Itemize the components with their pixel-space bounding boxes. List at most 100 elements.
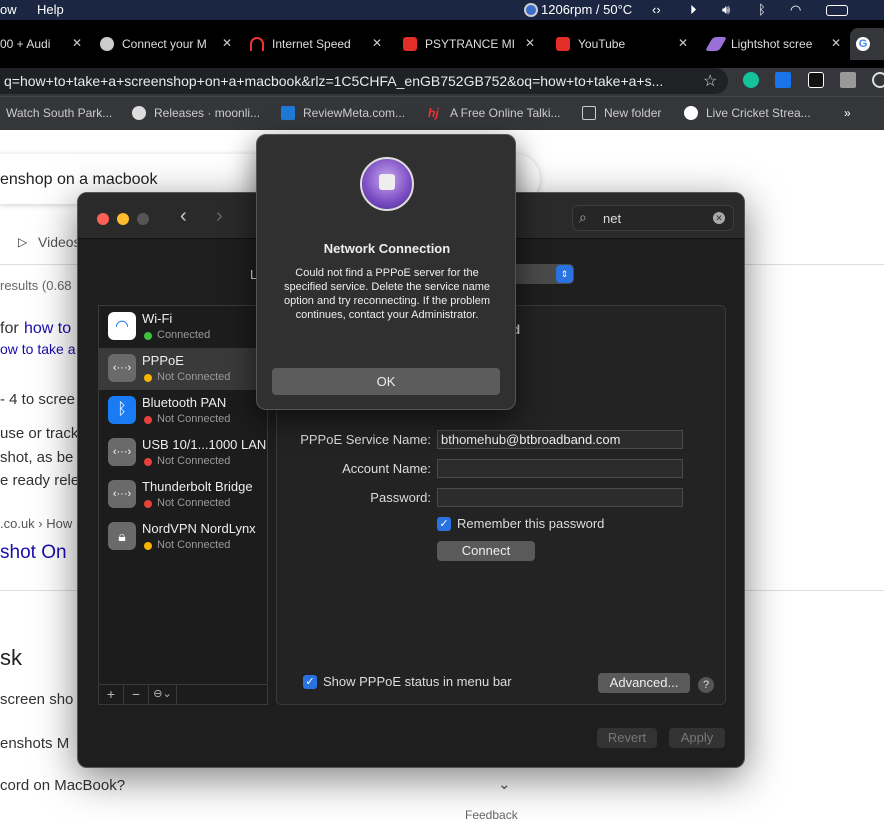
bookmark[interactable]: Watch South Park... bbox=[6, 106, 112, 120]
remember-password-checkbox[interactable]: ✓ bbox=[437, 517, 451, 531]
service-nordvpn[interactable]: 🔒︎ NordVPN NordLynx Not Connected bbox=[99, 516, 267, 558]
service-usb-lan[interactable]: ‹···› USB 10/1...1000 LAN Not Connected bbox=[99, 432, 267, 474]
profile-icon[interactable] bbox=[872, 72, 884, 88]
list-toolbar: + − ⊖⌄ bbox=[99, 684, 267, 704]
alert-message: Could not find a PPPoE server for the sp… bbox=[283, 267, 491, 321]
apple-icon bbox=[100, 37, 114, 51]
tab[interactable]: Connect your M ✕ bbox=[94, 28, 238, 60]
tab[interactable]: Lightshot scree ✕ bbox=[703, 28, 847, 60]
tab[interactable]: PSYTRANCE MI ✕ bbox=[397, 28, 541, 60]
action-menu-button[interactable]: ⊖⌄ bbox=[149, 685, 177, 704]
question-item[interactable]: cord on MacBook? bbox=[0, 777, 125, 794]
tab-active[interactable]: G bbox=[850, 28, 884, 60]
service-wifi[interactable]: ◠ Wi-Fi Connected bbox=[99, 306, 267, 348]
remove-service-button[interactable]: − bbox=[124, 685, 149, 704]
result-title[interactable]: shot On bbox=[0, 542, 67, 564]
tab[interactable]: Internet Speed ✕ bbox=[244, 28, 388, 60]
tab[interactable]: YouTube ✕ bbox=[550, 28, 694, 60]
service-name-field[interactable]: bthomehub@btbroadband.com bbox=[437, 430, 683, 449]
show-status-checkbox[interactable]: ✓ bbox=[303, 675, 317, 689]
password-field[interactable] bbox=[437, 488, 683, 507]
bookmark[interactable]: hj A Free Online Talki... bbox=[428, 106, 561, 120]
network-globe-icon bbox=[360, 157, 414, 211]
ethernet-icon: ‹···› bbox=[108, 438, 136, 466]
close-icon[interactable]: ✕ bbox=[72, 36, 82, 50]
advanced-button[interactable]: Advanced... bbox=[598, 673, 690, 693]
bluetooth-icon[interactable]: ᛒ bbox=[758, 2, 766, 17]
bookmark[interactable]: New folder bbox=[582, 106, 661, 120]
feedback-link[interactable]: Feedback bbox=[465, 808, 518, 822]
service-thunderbolt-bridge[interactable]: ‹···› Thunderbolt Bridge Not Connected bbox=[99, 474, 267, 516]
code-icon[interactable]: ‹› bbox=[652, 2, 661, 17]
ethernet-icon: ‹···› bbox=[108, 480, 136, 508]
feather-icon bbox=[704, 37, 728, 51]
bookmark[interactable]: Live Cricket Strea... bbox=[684, 106, 811, 120]
close-icon[interactable]: ✕ bbox=[372, 36, 382, 50]
google-icon: G bbox=[856, 37, 870, 51]
close-icon[interactable]: ✕ bbox=[525, 36, 535, 50]
question-item[interactable]: screen sho bbox=[0, 691, 73, 708]
minimize-window-button[interactable] bbox=[117, 213, 129, 225]
search-icon: ⌕ bbox=[579, 209, 587, 225]
volume-icon[interactable]: 🔊︎ bbox=[722, 2, 730, 18]
account-name-field[interactable] bbox=[437, 459, 683, 478]
menu-help[interactable]: Help bbox=[37, 2, 64, 17]
ethernet-icon: ‹···› bbox=[108, 354, 136, 382]
close-icon[interactable]: ✕ bbox=[831, 36, 841, 50]
fan-status[interactable]: 1206rpm / 50°C bbox=[541, 2, 632, 17]
status-dot bbox=[144, 458, 152, 466]
result-link[interactable]: how to bbox=[24, 320, 71, 338]
more-bookmarks[interactable]: » bbox=[844, 106, 851, 120]
video-icon: ▷ bbox=[18, 235, 28, 249]
search-field[interactable]: ⌕ net ✕ bbox=[572, 205, 734, 231]
section-heading: sk bbox=[0, 645, 22, 670]
service-name-label: PPPoE Service Name: bbox=[300, 432, 431, 447]
revert-button[interactable]: Revert bbox=[597, 728, 657, 748]
result-text: for bbox=[0, 320, 19, 337]
tab-bar: 00 + Audi ✕ Connect your M ✕ Internet Spee… bbox=[0, 20, 884, 68]
extension-r-icon[interactable] bbox=[840, 72, 856, 88]
add-service-button[interactable]: + bbox=[99, 685, 124, 704]
search-query[interactable]: enshop on a macbook bbox=[0, 171, 157, 189]
back-icon[interactable]: ‹ bbox=[180, 205, 187, 228]
service-bluetooth-pan[interactable]: ᛒ Bluetooth PAN Not Connected bbox=[99, 390, 267, 432]
bookmark[interactable]: ReviewMeta.com... bbox=[281, 106, 405, 120]
alert-title: Network Connection bbox=[323, 241, 451, 256]
close-icon[interactable]: ✕ bbox=[678, 36, 688, 50]
tab[interactable]: 00 + Audi ✕ bbox=[0, 28, 88, 60]
forward-icon[interactable]: › bbox=[216, 205, 223, 228]
search-input[interactable]: net bbox=[603, 211, 621, 226]
remember-password-label: Remember this password bbox=[457, 516, 605, 531]
star-icon[interactable]: ☆ bbox=[703, 71, 717, 91]
results-count: results (0.68 bbox=[0, 278, 72, 293]
youtube-icon bbox=[403, 37, 417, 51]
fan-icon[interactable] bbox=[524, 3, 538, 17]
help-button[interactable]: ? bbox=[698, 677, 714, 693]
wifi-icon: ◠ bbox=[108, 312, 136, 340]
location-select[interactable]: ⇕ bbox=[516, 264, 574, 284]
clear-search-icon[interactable]: ✕ bbox=[713, 212, 725, 224]
question-item[interactable]: enshots M bbox=[0, 735, 69, 752]
address-bar[interactable]: q=how+to+take+a+screenshop+on+a+macbook&… bbox=[0, 68, 728, 94]
ok-button[interactable]: OK bbox=[272, 368, 500, 395]
grammarly-icon[interactable] bbox=[743, 72, 759, 88]
service-list: ◠ Wi-Fi Connected ‹···› PPPoE Not Connected … bbox=[98, 305, 268, 705]
connect-button[interactable]: Connect bbox=[437, 541, 535, 561]
status-dot bbox=[144, 500, 152, 508]
chevron-down-icon[interactable]: ⌄ bbox=[498, 775, 511, 793]
close-window-button[interactable] bbox=[97, 213, 109, 225]
apply-button[interactable]: Apply bbox=[669, 728, 725, 748]
result-link[interactable]: ow to take a bbox=[0, 341, 76, 357]
play-icon[interactable]: ⏵ bbox=[690, 2, 697, 18]
extension-eyes-icon[interactable] bbox=[808, 72, 824, 88]
service-pppoe[interactable]: ‹···› PPPoE Not Connected bbox=[99, 348, 267, 390]
extension-s-icon[interactable] bbox=[775, 72, 791, 88]
ethernet-port-icon bbox=[379, 174, 395, 190]
tab-videos[interactable]: Videos bbox=[38, 234, 81, 250]
bookmark[interactable]: Releases · moonli... bbox=[132, 106, 260, 120]
close-icon[interactable]: ✕ bbox=[222, 36, 232, 50]
zoom-window-button[interactable] bbox=[137, 213, 149, 225]
battery-icon[interactable] bbox=[826, 5, 848, 16]
menu-window[interactable]: ow bbox=[0, 2, 17, 17]
wifi-icon[interactable]: ◠ bbox=[790, 2, 801, 18]
